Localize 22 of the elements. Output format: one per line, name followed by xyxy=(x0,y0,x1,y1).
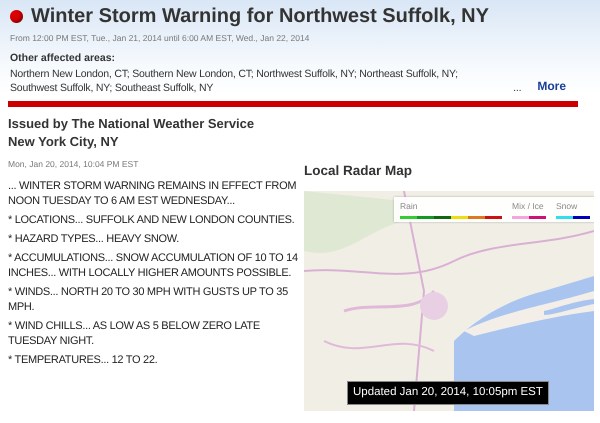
affected-areas-text: Northern New London, CT; Southern New London, CT; Northwest Suffolk, NY; Northeast Suffolk, NY; xyxy=(10,68,458,80)
bulletin-paragraph: * LOCATIONS... SUFFOLK AND NEW LONDON COUNTIES. xyxy=(8,212,296,228)
bulletin-paragraph: * TEMPERATURES... 12 TO 22. xyxy=(8,352,158,368)
legend-label: Snow xyxy=(556,200,578,212)
issuer-text: New York City, NY xyxy=(8,132,120,150)
affected-areas-text: Southwest Suffolk, NY; Southeast Suffolk, NY xyxy=(10,82,214,94)
issuer-text: Issued by The National Weather Service xyxy=(8,114,256,132)
affected-areas-heading: Other affected areas: xyxy=(10,50,116,66)
alert-period: From 12:00 PM EST, Tue., Jan 21, 2014 until 6:00 AM EST, Wed., Jan 22, 2014 xyxy=(10,32,310,45)
radar-title: Local Radar Map xyxy=(304,162,412,178)
more-link[interactable]: More xyxy=(537,76,566,94)
bulletin-paragraph: * WINDS... NORTH 20 TO 30 MPH WITH GUSTS UP TO 35 MPH. xyxy=(8,284,289,314)
alert-title: Winter Storm Warning for Northwest Suffolk, NY xyxy=(31,4,489,28)
issued-date: Mon, Jan 20, 2014, 10:04 PM EST xyxy=(8,158,138,168)
updated-caption: Updated Jan 20, 2014, 10:05pm EST xyxy=(347,381,549,404)
legend-label: Rain xyxy=(400,200,418,212)
ellipsis-text: ... xyxy=(513,80,522,94)
bulletin-paragraph: * HAZARD TYPES... HEAVY SNOW. xyxy=(8,232,180,246)
bulletin-paragraph: * WIND CHILLS... AS LOW AS 5 BELOW ZERO LATE TUESDAY NIGHT. xyxy=(8,318,261,348)
bulletin-paragraph: ... WINTER STORM WARNING REMAINS IN EFFECT FROM NOON TUESDAY TO 6 AM EST WEDNESDAY... xyxy=(8,178,298,208)
legend-label: Mix / Ice xyxy=(512,200,545,212)
bulletin-paragraph: * ACCUMULATIONS... SNOW ACCUMULATION OF 10 TO 14 INCHES... WITH LOCALLY HIGHER AMOUNTS POSSIBLE. xyxy=(8,250,299,280)
